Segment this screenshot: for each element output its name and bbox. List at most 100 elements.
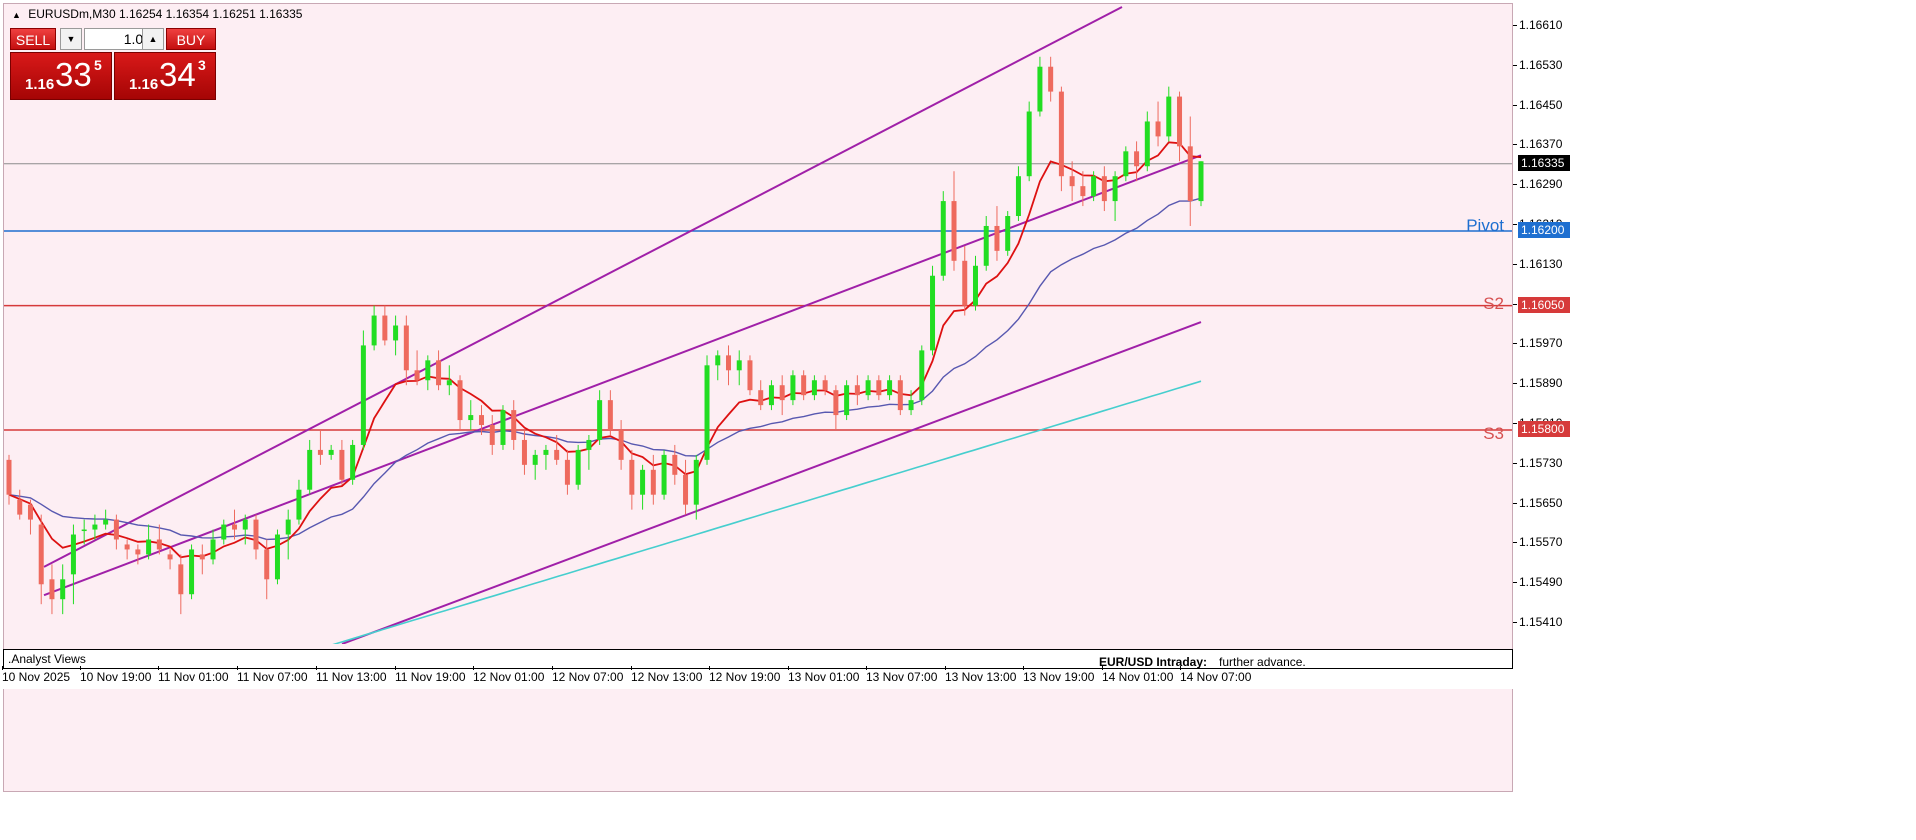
buy-button[interactable]: BUY bbox=[166, 28, 216, 50]
time-tick-label: 13 Nov 19:00 bbox=[1023, 666, 1095, 684]
s2-label: S2 bbox=[1483, 294, 1504, 313]
candle-body bbox=[1101, 176, 1107, 202]
candle-body bbox=[640, 469, 646, 495]
candle-body bbox=[811, 380, 817, 396]
price-tick-label: 1.15410 bbox=[1512, 615, 1563, 630]
candle-body bbox=[876, 380, 882, 396]
time-axis[interactable]: 10 Nov 2025 10 Nov 19:00 11 Nov 01:00 11 No… bbox=[0, 666, 1916, 689]
candle-body bbox=[597, 400, 603, 440]
candle-body bbox=[146, 539, 152, 555]
candle-body bbox=[919, 350, 925, 401]
candle-body bbox=[715, 355, 721, 366]
candle-body bbox=[661, 454, 667, 495]
candle-body bbox=[854, 385, 860, 396]
candle-body bbox=[457, 380, 463, 421]
candle-body bbox=[618, 430, 624, 460]
candle-body bbox=[60, 579, 66, 600]
candle-body bbox=[382, 315, 388, 341]
candle-body bbox=[307, 449, 313, 490]
time-tick-label: 12 Nov 13:00 bbox=[631, 666, 703, 684]
candle-body bbox=[693, 459, 699, 505]
s3-price-tag: 1.15800 bbox=[1518, 421, 1570, 437]
intraday-comment: EUR/USD Intraday: further advance. bbox=[1099, 655, 1306, 669]
ma-fast-line bbox=[8, 141, 1202, 559]
candle-body bbox=[521, 439, 527, 465]
candle-body bbox=[296, 489, 302, 520]
candle-body bbox=[1166, 96, 1172, 137]
time-tick-label: 11 Nov 19:00 bbox=[395, 666, 466, 684]
candle-body bbox=[779, 385, 785, 401]
candle-body bbox=[210, 539, 216, 560]
candle-body bbox=[844, 385, 850, 416]
candle-body bbox=[1026, 111, 1032, 177]
candle-body bbox=[167, 554, 173, 560]
candle-body bbox=[425, 360, 431, 381]
lot-decrease-button[interactable]: ▼ bbox=[60, 28, 82, 50]
price-tick-label: 1.15890 bbox=[1512, 376, 1563, 391]
candle-body bbox=[672, 454, 678, 475]
candle-body bbox=[725, 355, 731, 371]
candle-body bbox=[1134, 151, 1140, 167]
candle-body bbox=[1080, 186, 1086, 197]
buy-price-big: 34 bbox=[159, 56, 196, 93]
candle-body bbox=[575, 449, 581, 485]
candle-body bbox=[446, 380, 452, 386]
candle-body bbox=[124, 544, 130, 550]
candle-body bbox=[1144, 121, 1150, 167]
chevron-down-icon: ▼ bbox=[66, 34, 76, 44]
candle-body bbox=[865, 380, 871, 396]
symbol-name: EURUSDm,M30 bbox=[28, 7, 116, 21]
candle-body bbox=[747, 360, 753, 391]
candle-body bbox=[479, 415, 485, 426]
candle-body bbox=[468, 415, 474, 421]
price-tick-label: 1.16290 bbox=[1512, 177, 1563, 192]
collapse-triangle-icon[interactable]: ▲ bbox=[12, 10, 21, 20]
candle-body bbox=[972, 265, 978, 306]
candle-body bbox=[274, 534, 280, 580]
candle-body bbox=[930, 275, 936, 351]
candle-body bbox=[790, 375, 796, 401]
candle-body bbox=[199, 554, 205, 560]
buy-price-sup: 3 bbox=[198, 57, 206, 73]
price-tick-label: 1.16130 bbox=[1512, 256, 1563, 271]
candle-body bbox=[436, 360, 442, 386]
buy-price-prefix: 1.16 bbox=[129, 76, 159, 93]
lot-increase-button[interactable]: ▲ bbox=[142, 28, 164, 50]
s2-price-tag: 1.16050 bbox=[1518, 296, 1570, 313]
candle-body bbox=[962, 260, 968, 306]
intraday-title: EUR/USD Intraday: bbox=[1099, 655, 1208, 669]
price-tick-label: 1.16450 bbox=[1512, 97, 1563, 112]
analyst-views-panel[interactable]: .Analyst Views EUR/USD Intraday: further … bbox=[3, 649, 1513, 669]
candle-body bbox=[554, 449, 560, 460]
price-tick-label: 1.15570 bbox=[1512, 535, 1563, 550]
candle-body bbox=[543, 449, 549, 455]
price-tick-label: 1.16610 bbox=[1512, 17, 1563, 32]
candle-body bbox=[951, 201, 957, 261]
candle-body bbox=[1155, 121, 1161, 137]
candle-body bbox=[6, 459, 12, 495]
candle-body bbox=[1048, 66, 1054, 92]
candle-body bbox=[360, 345, 366, 445]
pivot-label: Pivot bbox=[1466, 216, 1504, 235]
channel-line-2 bbox=[341, 321, 1202, 644]
candle-body bbox=[156, 539, 162, 550]
candle-body bbox=[586, 439, 592, 450]
candle-body bbox=[489, 425, 495, 445]
candle-body bbox=[264, 549, 270, 580]
price-tick-label: 1.16370 bbox=[1512, 137, 1563, 152]
time-tick-label: 13 Nov 13:00 bbox=[945, 666, 1017, 684]
sell-button[interactable]: SELL bbox=[10, 28, 56, 50]
candle-body bbox=[221, 524, 227, 540]
buy-quote[interactable]: 1.16 34 3 bbox=[114, 52, 216, 100]
candle-body bbox=[350, 444, 356, 480]
time-tick-label: 13 Nov 07:00 bbox=[866, 666, 938, 684]
candle-body bbox=[317, 449, 323, 455]
candle-body bbox=[27, 504, 33, 520]
sell-quote[interactable]: 1.16 33 5 bbox=[10, 52, 112, 100]
price-tick-label: 1.15650 bbox=[1512, 495, 1563, 510]
candle-body bbox=[1058, 91, 1064, 177]
candle-body bbox=[1037, 66, 1043, 112]
price-tick-label: 1.16530 bbox=[1512, 57, 1563, 72]
sell-price-prefix: 1.16 bbox=[25, 76, 55, 93]
candle-body bbox=[940, 201, 946, 276]
